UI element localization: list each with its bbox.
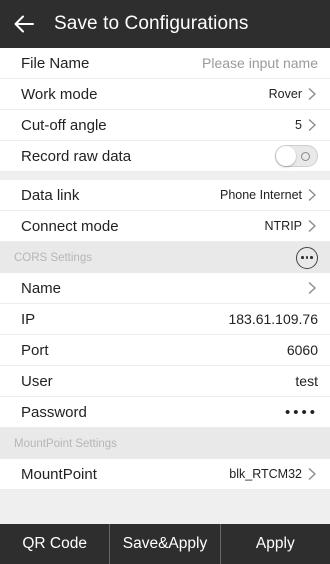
record-raw-toggle[interactable]	[275, 145, 318, 167]
more-horizontal-icon	[301, 256, 304, 259]
cors-password-field[interactable]: ••••	[285, 404, 318, 421]
chevron-right-icon	[308, 220, 316, 232]
cutoff-angle-row[interactable]: Cut-off angle 5	[0, 110, 330, 141]
file-name-row[interactable]: File Name Please input name	[0, 48, 330, 79]
cors-port-field[interactable]: 6060	[287, 342, 318, 358]
more-horizontal-icon	[310, 256, 313, 259]
bottom-action-bar: QR Code Save&Apply Apply	[0, 524, 330, 564]
mountpoint-row[interactable]: MountPoint blk_RTCM32	[0, 459, 330, 490]
chevron-right-icon	[308, 88, 316, 100]
data-link-right: Phone Internet	[220, 188, 318, 202]
file-name-label: File Name	[21, 54, 90, 72]
cors-name-right	[302, 281, 318, 295]
work-mode-value: Rover	[268, 87, 302, 101]
cors-name-label: Name	[21, 279, 62, 297]
apply-button[interactable]: Apply	[221, 524, 330, 564]
connect-mode-row[interactable]: Connect mode NTRIP	[0, 211, 330, 242]
chevron-right-icon	[308, 119, 316, 131]
app-screen: Save to Configurations File Name Please …	[0, 0, 330, 564]
cors-user-row[interactable]: User test	[0, 366, 330, 397]
cors-ip-row[interactable]: IP 183.61.109.76	[0, 304, 330, 335]
toggle-off-icon	[301, 152, 310, 161]
mountpoint-right: blk_RTCM32	[229, 467, 318, 481]
cors-ip-field[interactable]: 183.61.109.76	[228, 311, 318, 327]
cutoff-angle-right: 5	[295, 118, 318, 132]
cors-password-label: Password	[21, 403, 87, 421]
record-raw-label: Record raw data	[21, 147, 132, 165]
more-options-button[interactable]	[296, 246, 318, 269]
cutoff-angle-label: Cut-off angle	[21, 116, 107, 134]
chevron-right-icon	[308, 282, 316, 294]
cors-settings-title: CORS Settings	[14, 251, 92, 264]
chevron-right-icon	[308, 468, 316, 480]
page-title: Save to Configurations	[54, 13, 249, 34]
cors-port-label: Port	[21, 341, 49, 359]
connect-mode-right: NTRIP	[265, 219, 319, 233]
work-mode-label: Work mode	[21, 85, 98, 103]
work-mode-row[interactable]: Work mode Rover	[0, 79, 330, 110]
connect-mode-label: Connect mode	[21, 217, 119, 235]
save-apply-button[interactable]: Save&Apply	[110, 524, 221, 564]
cutoff-angle-value: 5	[295, 118, 302, 132]
mountpoint-value: blk_RTCM32	[229, 467, 302, 481]
cors-port-row[interactable]: Port 6060	[0, 335, 330, 366]
top-bar: Save to Configurations	[0, 0, 330, 48]
chevron-right-icon	[308, 189, 316, 201]
more-horizontal-icon	[305, 256, 309, 259]
mountpoint-settings-header: MountPoint Settings	[0, 428, 330, 459]
data-link-value: Phone Internet	[219, 188, 302, 202]
group-spacer	[0, 172, 330, 180]
back-button[interactable]	[0, 0, 40, 48]
data-link-row[interactable]: Data link Phone Internet	[0, 180, 330, 211]
cors-user-field[interactable]: test	[295, 373, 318, 389]
cors-ip-label: IP	[21, 310, 36, 328]
work-mode-right: Rover	[269, 87, 318, 101]
cors-user-label: User	[21, 372, 53, 390]
connect-mode-value: NTRIP	[264, 219, 303, 233]
record-raw-row: Record raw data	[0, 141, 330, 172]
cors-name-row[interactable]: Name	[0, 273, 330, 304]
arrow-left-icon	[14, 15, 34, 33]
mountpoint-label: MountPoint	[21, 465, 97, 483]
cors-password-row[interactable]: Password ••••	[0, 397, 330, 428]
mountpoint-settings-title: MountPoint Settings	[14, 437, 117, 450]
qr-code-button[interactable]: QR Code	[0, 524, 111, 564]
toggle-knob	[276, 146, 296, 166]
file-name-input[interactable]: Please input name	[202, 55, 318, 71]
data-link-label: Data link	[21, 186, 80, 204]
cors-settings-header: CORS Settings	[0, 242, 330, 273]
